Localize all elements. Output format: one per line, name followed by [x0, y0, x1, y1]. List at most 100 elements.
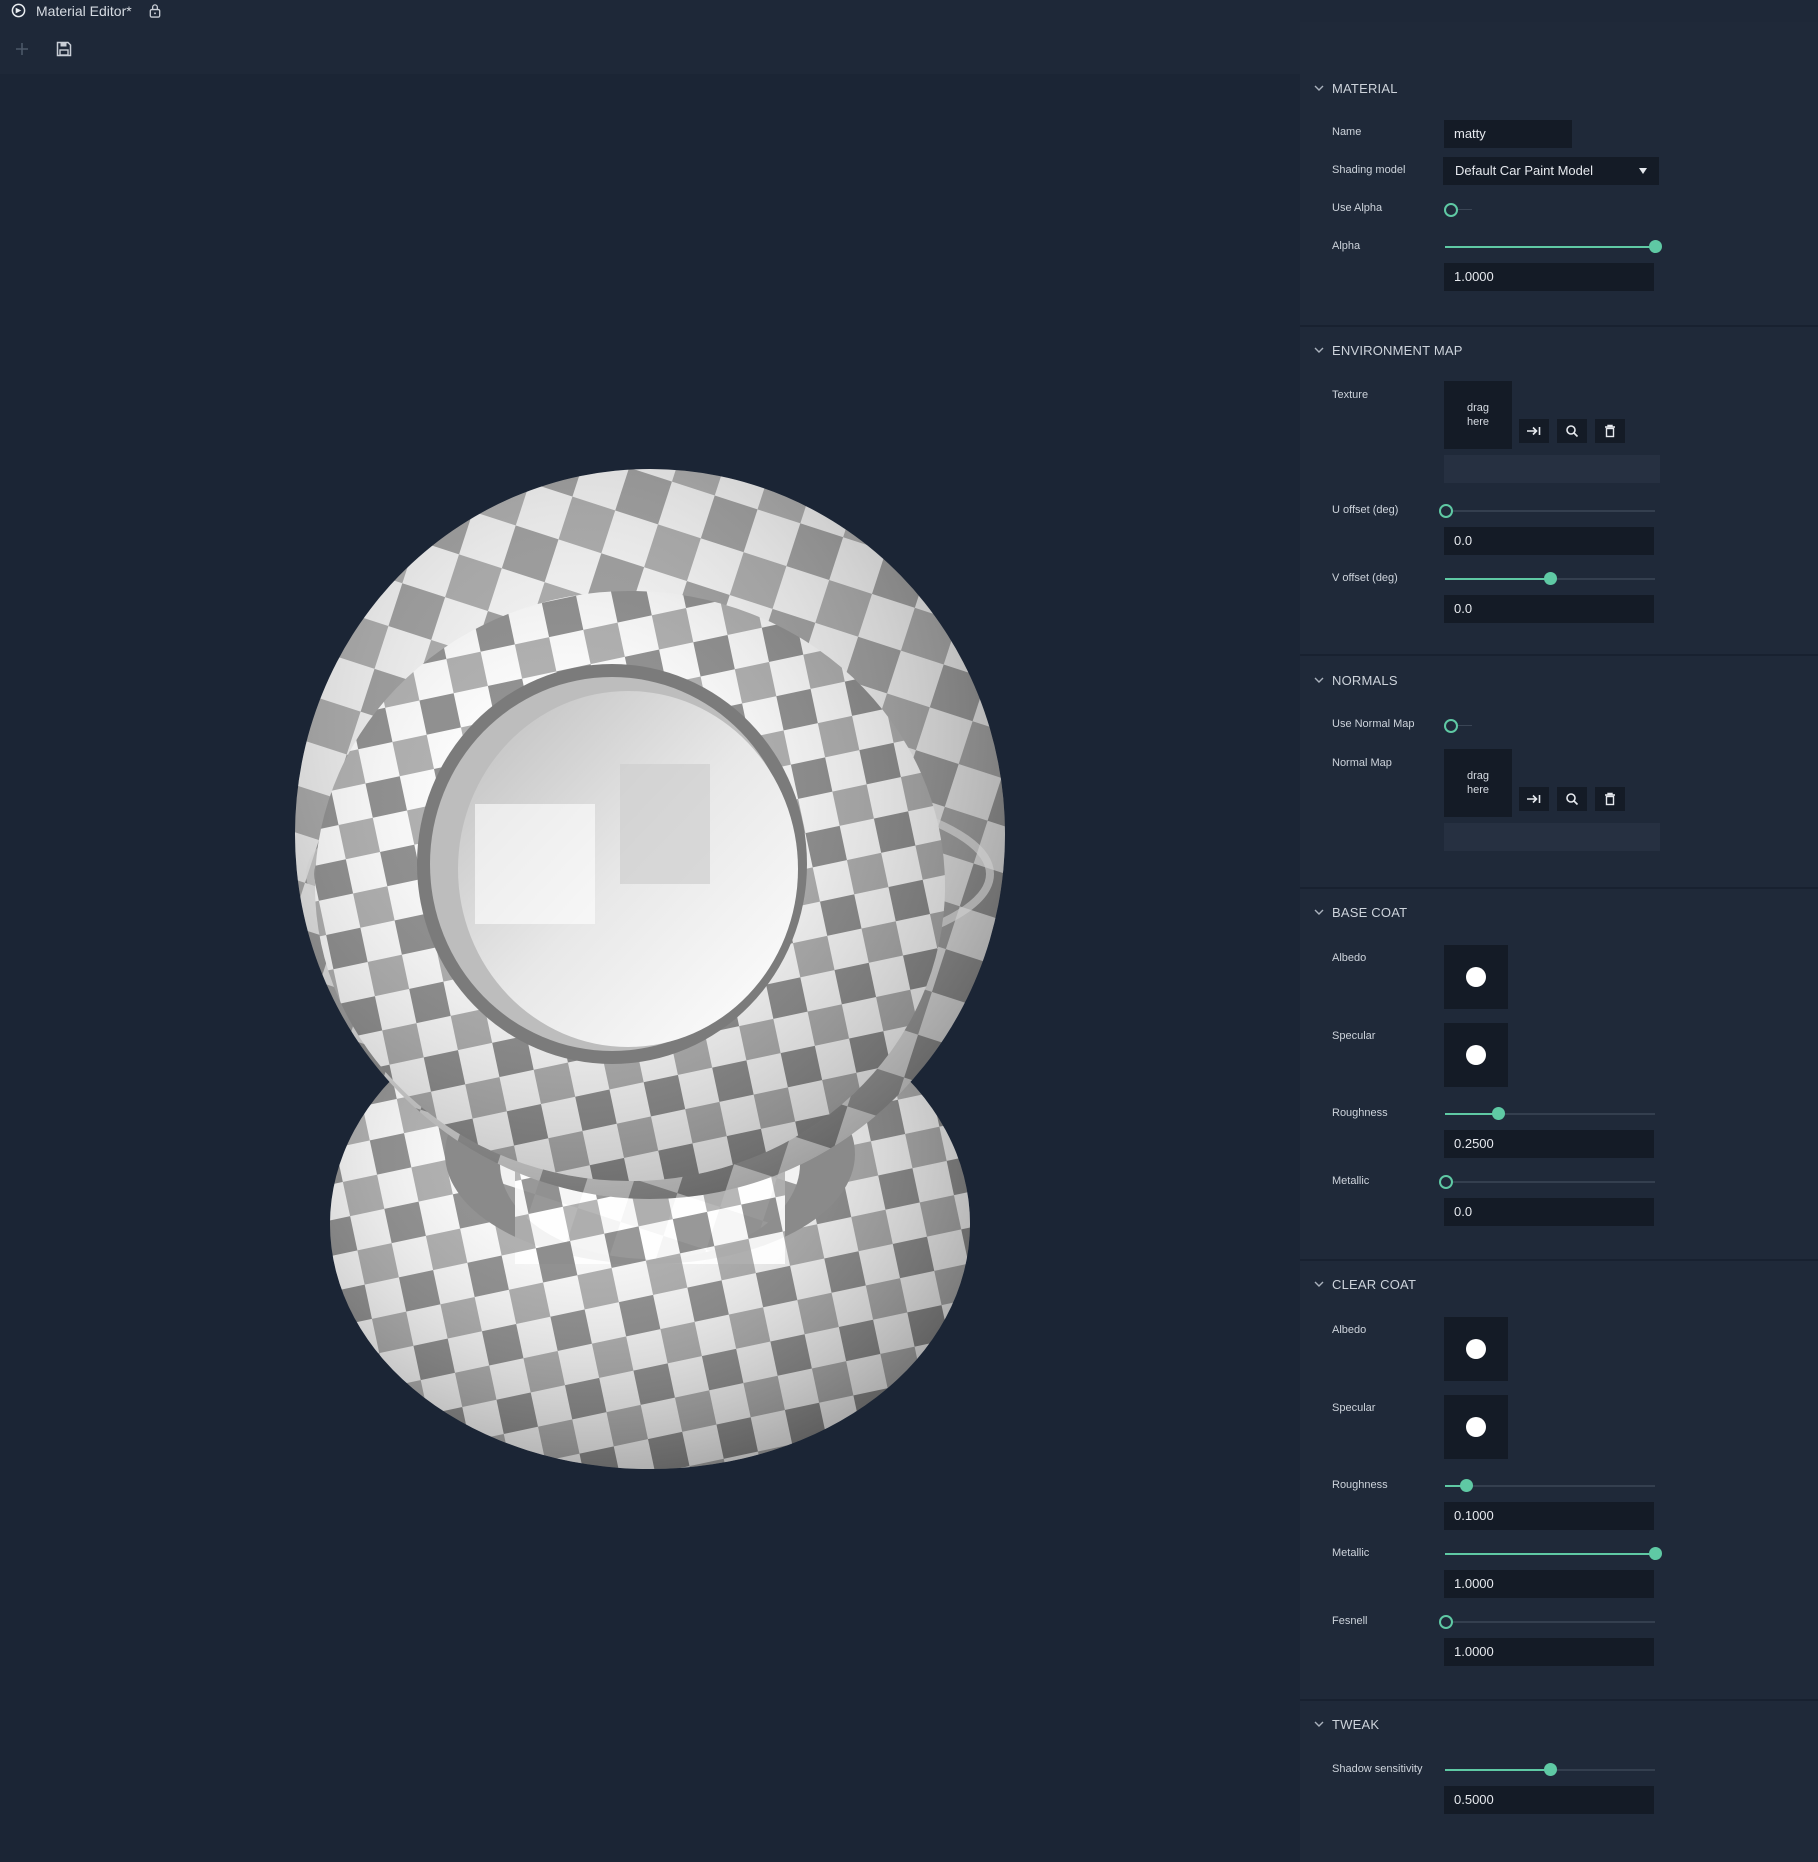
- section-title: BASE COAT: [1332, 904, 1408, 920]
- use-alpha-toggle[interactable]: [1444, 202, 1474, 218]
- section-divider: [1300, 654, 1818, 656]
- alpha-field[interactable]: 1.0000: [1444, 263, 1654, 291]
- chevron-down-icon: [1314, 909, 1324, 915]
- delete-texture-button[interactable]: [1595, 419, 1625, 443]
- material-preview-viewport[interactable]: [0, 74, 1300, 1862]
- clear-roughness-field[interactable]: 0.1000: [1444, 1502, 1654, 1530]
- chevron-down-icon: [1314, 1721, 1324, 1727]
- base-specular-label: Specular: [1332, 1030, 1376, 1042]
- texture-path-field[interactable]: [1444, 455, 1660, 483]
- clear-metallic-slider[interactable]: [1445, 1547, 1662, 1561]
- normal-map-drop-zone[interactable]: drag here: [1444, 749, 1512, 817]
- normal-map-label: Normal Map: [1332, 757, 1392, 769]
- fresnel-slider[interactable]: [1439, 1615, 1655, 1629]
- u-offset-slider[interactable]: [1439, 504, 1655, 518]
- v-offset-label: V offset (deg): [1332, 572, 1398, 584]
- base-metallic-field[interactable]: 0.0: [1444, 1198, 1654, 1226]
- delete-normal-map-button[interactable]: [1595, 787, 1625, 811]
- lock-icon[interactable]: [148, 3, 162, 18]
- base-metallic-slider[interactable]: [1439, 1175, 1655, 1189]
- base-roughness-slider[interactable]: [1445, 1107, 1655, 1121]
- preview-model: [295, 469, 1005, 1469]
- section-tweak-header[interactable]: TWEAK: [1312, 1714, 1379, 1734]
- section-clear-coat-header[interactable]: CLEAR COAT: [1312, 1274, 1416, 1294]
- section-material-header[interactable]: MATERIAL: [1312, 78, 1398, 98]
- shadow-sensitivity-field[interactable]: 0.5000: [1444, 1786, 1654, 1814]
- section-divider: [1300, 1259, 1818, 1261]
- texture-label: Texture: [1332, 389, 1369, 401]
- base-albedo-label: Albedo: [1332, 952, 1367, 964]
- fresnel-field[interactable]: 1.0000: [1444, 1638, 1654, 1666]
- color-swatch-dot: [1466, 1339, 1486, 1359]
- shadow-sensitivity-slider[interactable]: [1445, 1763, 1655, 1777]
- app-logo-icon: [11, 3, 26, 18]
- clear-specular-label: Specular: [1332, 1402, 1376, 1414]
- assign-normal-map-button[interactable]: [1519, 787, 1549, 811]
- slider-thumb[interactable]: [1649, 1547, 1662, 1560]
- color-swatch-dot: [1466, 967, 1486, 987]
- use-normal-map-label: Use Normal Map: [1332, 718, 1415, 730]
- clear-roughness-label: Roughness: [1332, 1479, 1388, 1491]
- slider-thumb[interactable]: [1491, 1107, 1505, 1120]
- section-title: NORMALS: [1332, 672, 1398, 688]
- clear-albedo-label: Albedo: [1332, 1324, 1367, 1336]
- v-offset-slider[interactable]: [1445, 572, 1655, 586]
- shading-model-label: Shading model: [1332, 164, 1406, 176]
- v-offset-field[interactable]: 0.0: [1444, 595, 1654, 623]
- title-bar: Material Editor*: [0, 0, 1818, 23]
- plus-icon[interactable]: [12, 39, 32, 59]
- base-roughness-label: Roughness: [1332, 1107, 1388, 1119]
- slider-thumb[interactable]: [1544, 1763, 1557, 1776]
- name-label: Name: [1332, 126, 1362, 138]
- section-environment-map-header[interactable]: ENVIRONMENT MAP: [1312, 340, 1463, 360]
- properties-panel: MATERIAL Name matty Shading model Defaul…: [1300, 22, 1818, 1862]
- trash-icon: [1605, 792, 1615, 806]
- clear-albedo-color-picker[interactable]: [1444, 1317, 1508, 1381]
- save-icon[interactable]: [54, 39, 74, 59]
- slider-thumb[interactable]: [1439, 504, 1453, 518]
- texture-drop-zone[interactable]: drag here: [1444, 381, 1512, 449]
- section-normals-header[interactable]: NORMALS: [1312, 670, 1398, 690]
- chevron-down-icon: [1314, 1281, 1324, 1287]
- shadow-sensitivity-label: Shadow sensitivity: [1332, 1763, 1423, 1775]
- base-specular-color-picker[interactable]: [1444, 1023, 1508, 1087]
- search-icon: [1566, 425, 1579, 438]
- alpha-label: Alpha: [1332, 240, 1361, 252]
- fresnel-label: Fesnell: [1332, 1615, 1368, 1627]
- section-title: ENVIRONMENT MAP: [1332, 342, 1463, 358]
- window-title: Material Editor*: [36, 3, 132, 19]
- clear-metallic-label: Metallic: [1332, 1547, 1370, 1559]
- use-normal-map-toggle[interactable]: [1444, 718, 1474, 734]
- u-offset-label: U offset (deg): [1332, 504, 1399, 516]
- section-divider: [1300, 887, 1818, 889]
- shading-model-select[interactable]: Default Car Paint Model: [1443, 157, 1659, 185]
- name-field[interactable]: matty: [1444, 120, 1572, 148]
- base-albedo-color-picker[interactable]: [1444, 945, 1508, 1009]
- slider-thumb[interactable]: [1649, 240, 1662, 253]
- normal-map-path-field[interactable]: [1444, 823, 1660, 851]
- section-title: CLEAR COAT: [1332, 1276, 1417, 1292]
- base-roughness-field[interactable]: 0.2500: [1444, 1130, 1654, 1158]
- alpha-slider[interactable]: [1445, 240, 1662, 254]
- assign-texture-button[interactable]: [1519, 419, 1549, 443]
- slider-thumb[interactable]: [1439, 1175, 1453, 1189]
- slider-thumb[interactable]: [1460, 1479, 1473, 1492]
- toolbar: [0, 22, 1300, 74]
- u-offset-field[interactable]: 0.0: [1444, 527, 1654, 555]
- clear-specular-color-picker[interactable]: [1444, 1395, 1508, 1459]
- section-divider: [1300, 325, 1818, 327]
- slider-thumb[interactable]: [1439, 1615, 1453, 1629]
- section-divider: [1300, 1699, 1818, 1701]
- use-alpha-label: Use Alpha: [1332, 202, 1383, 214]
- color-swatch-dot: [1466, 1417, 1486, 1437]
- clear-metallic-field[interactable]: 1.0000: [1444, 1570, 1654, 1598]
- chevron-down-icon: [1314, 677, 1324, 683]
- browse-normal-map-button[interactable]: [1557, 787, 1587, 811]
- chevron-down-icon: [1314, 347, 1324, 353]
- assign-arrow-icon: [1527, 426, 1541, 436]
- slider-thumb[interactable]: [1544, 572, 1557, 585]
- clear-roughness-slider[interactable]: [1445, 1479, 1655, 1493]
- section-base-coat-header[interactable]: BASE COAT: [1312, 902, 1407, 922]
- browse-texture-button[interactable]: [1557, 419, 1587, 443]
- section-title: TWEAK: [1332, 1716, 1380, 1732]
